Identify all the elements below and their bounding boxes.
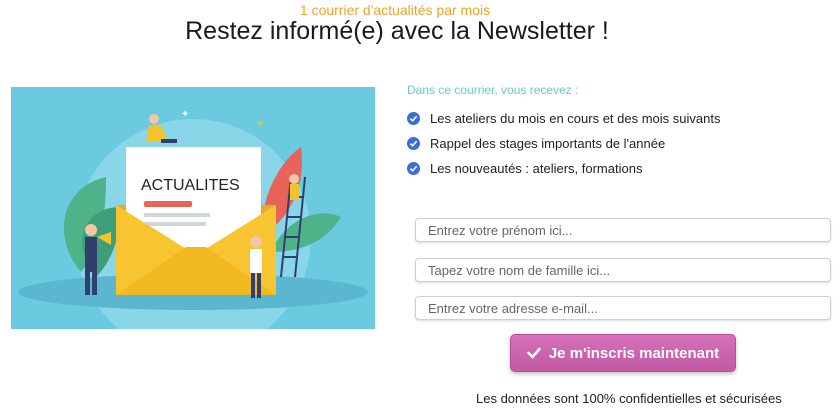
- benefit-text: Rappel des stages importants de l'année: [430, 136, 666, 151]
- subscribe-button[interactable]: Je m'inscris maintenant: [510, 334, 736, 372]
- newsletter-kicker: 1 courrier d'actualités par mois: [299, 2, 491, 18]
- envelope-illustration-graphic: ACTUALITES ✦ ✦: [18, 109, 368, 329]
- benefits-list: Les ateliers du mois en cours et des moi…: [407, 106, 720, 181]
- benefits-intro: Dans ce courrier, vous recevez :: [407, 83, 579, 97]
- subscribe-button-label: Je m'inscris maintenant: [548, 344, 720, 362]
- checkmark-icon: [407, 137, 420, 150]
- last-name-input[interactable]: [415, 258, 831, 282]
- checkmark-icon: [407, 112, 420, 125]
- benefit-item: Les nouveautés : ateliers, formations: [407, 156, 720, 181]
- first-name-input[interactable]: [415, 218, 831, 242]
- checkmark-icon: [407, 162, 420, 175]
- privacy-note: Les données sont 100% confidentielles et…: [476, 391, 782, 406]
- benefit-text: Les nouveautés : ateliers, formations: [430, 161, 643, 176]
- envelope-label: ACTUALITES: [141, 177, 240, 194]
- benefit-text: Les ateliers du mois en cours et des moi…: [430, 111, 721, 126]
- benefit-item: Les ateliers du mois en cours et des moi…: [407, 106, 720, 131]
- email-input[interactable]: [415, 296, 831, 320]
- benefit-item: Rappel des stages importants de l'année: [407, 131, 720, 156]
- newsletter-illustration: ACTUALITES ✦ ✦: [11, 87, 375, 329]
- svg-text:✦: ✦: [256, 119, 264, 130]
- checkmark-icon: [527, 347, 541, 359]
- newsletter-title: Restez informé(e) avec la Newsletter !: [185, 17, 609, 45]
- svg-text:✦: ✦: [181, 109, 189, 120]
